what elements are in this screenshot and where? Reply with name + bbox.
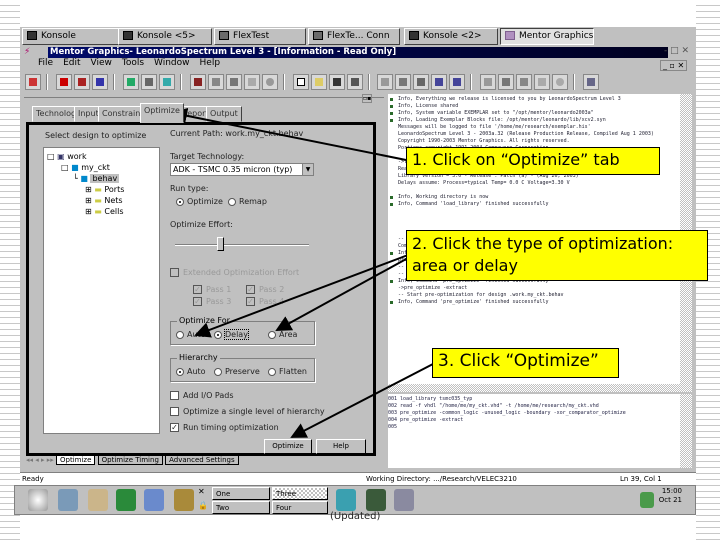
arrow-1	[171, 107, 407, 161]
arrow-2a	[194, 254, 409, 338]
arrow-3	[290, 363, 434, 438]
callout-2: 2. Click the type of optimization: area …	[406, 230, 708, 281]
callout-3: 3. Click “Optimize”	[432, 348, 619, 378]
tab-optimize[interactable]: Optimize	[140, 103, 184, 123]
arrow-2b	[275, 257, 409, 331]
callout-1: 1. Click on “Optimize” tab	[406, 147, 660, 175]
